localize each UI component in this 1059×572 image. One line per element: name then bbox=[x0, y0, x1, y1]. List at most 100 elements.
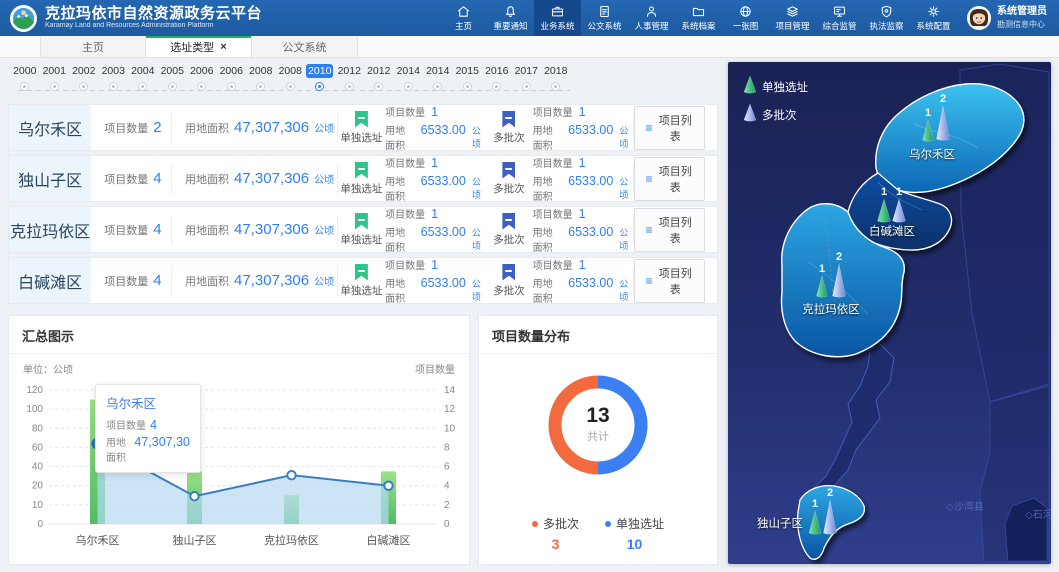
land-area-label: 用地面积 bbox=[185, 171, 229, 187]
donut-legend-item[interactable]: 单独选址 10 bbox=[605, 515, 664, 552]
nav-item-layers[interactable]: 项目管理 bbox=[769, 0, 816, 36]
data-point-白碱滩区[interactable] bbox=[384, 482, 392, 490]
nav-item-briefcase[interactable]: 业务系统 bbox=[534, 0, 581, 36]
timeline-year[interactable]: 2012 bbox=[364, 64, 394, 91]
multi-batch-ribbon-icon bbox=[502, 162, 515, 179]
nav-item-folder[interactable]: 系统档案 bbox=[675, 0, 722, 36]
donut-legend-value: 10 bbox=[627, 536, 643, 552]
land-area-value: 6533.00 bbox=[568, 225, 613, 239]
multi-batch-label: 多批次 bbox=[493, 181, 525, 196]
nav-item-home[interactable]: 主页 bbox=[440, 0, 487, 36]
timeline-year-label: 2001 bbox=[41, 64, 68, 78]
donut-legend-entry: 多批次 bbox=[532, 515, 579, 532]
single-site-ribbon-icon bbox=[355, 162, 368, 179]
timeline-year[interactable]: 2014 bbox=[423, 64, 453, 91]
project-list-button[interactable]: ≡项目列表 bbox=[634, 106, 705, 150]
timeline-year[interactable]: 2008 bbox=[276, 64, 306, 91]
nav-item-globe[interactable]: 一张图 bbox=[722, 0, 769, 36]
project-count-stat: 项目数量2 bbox=[91, 119, 171, 136]
single-site-count: 1 bbox=[812, 498, 818, 510]
nav-item-monitor[interactable]: 综合监管 bbox=[816, 0, 863, 36]
multi-batch-label: 多批次 bbox=[493, 283, 525, 298]
multi-batch-count: 2 bbox=[940, 93, 946, 105]
district-name: 乌尔禾区 bbox=[9, 105, 91, 150]
single-site-badge: 单独选址 bbox=[338, 213, 385, 247]
timeline-year[interactable]: 2003 bbox=[99, 64, 129, 91]
timeline-year[interactable]: 2005 bbox=[158, 64, 188, 91]
karamay-map[interactable]: 单独选址多批次 12乌尔禾区11白碱滩区12克拉玛依区12独山子区 ◇沙湾县◇石… bbox=[728, 62, 1051, 564]
timeline-year[interactable]: 2018 bbox=[541, 64, 571, 91]
timeline-year-dot[interactable] bbox=[50, 82, 59, 91]
nav-item-bell[interactable]: 重要通知 bbox=[487, 0, 534, 36]
timeline-year-dot[interactable] bbox=[404, 82, 413, 91]
timeline-year-dot[interactable] bbox=[168, 82, 177, 91]
timeline-year[interactable]: 2001 bbox=[40, 64, 70, 91]
timeline-year[interactable]: 2002 bbox=[69, 64, 99, 91]
single-site-count: 1 bbox=[819, 263, 825, 275]
timeline-year[interactable]: 2015 bbox=[453, 64, 483, 91]
timeline-year-dot[interactable] bbox=[256, 82, 265, 91]
timeline-year[interactable]: 2017 bbox=[512, 64, 542, 91]
timeline-year[interactable]: 2012 bbox=[335, 64, 365, 91]
map-district-label: 克拉玛依区 bbox=[802, 302, 860, 316]
sub-stat-row: 用地面积6533.00公顷 bbox=[533, 275, 633, 305]
timeline-year-dot[interactable] bbox=[492, 82, 501, 91]
tab-close-icon[interactable]: × bbox=[220, 41, 226, 53]
map-legend-label: 多批次 bbox=[762, 108, 797, 122]
timeline-year[interactable]: 2016 bbox=[482, 64, 512, 91]
timeline-year-dot[interactable] bbox=[551, 82, 560, 91]
project-count-label: 项目数量 bbox=[385, 104, 425, 119]
timeline-year[interactable]: 2004 bbox=[128, 64, 158, 91]
timeline-year-dot[interactable] bbox=[20, 82, 29, 91]
donut-legend-entry: 单独选址 bbox=[605, 515, 664, 532]
timeline-year-dot[interactable] bbox=[463, 82, 472, 91]
data-point-克拉玛依区[interactable] bbox=[287, 471, 295, 479]
project-list-button[interactable]: ≡项目列表 bbox=[634, 157, 705, 201]
timeline-year-dot[interactable] bbox=[345, 82, 354, 91]
project-count-value: 2 bbox=[153, 119, 161, 136]
timeline-year[interactable]: 2008 bbox=[246, 64, 276, 91]
nav-item-label: 重要通知 bbox=[493, 20, 527, 32]
nav-item-person[interactable]: 人事管理 bbox=[628, 0, 675, 36]
timeline-year-dot[interactable] bbox=[374, 82, 383, 91]
tab-home[interactable]: 主页 bbox=[40, 36, 146, 57]
project-list-button[interactable]: ≡项目列表 bbox=[634, 259, 705, 303]
timeline-year[interactable]: 2000 bbox=[10, 64, 40, 91]
donut-legend-value: 3 bbox=[552, 536, 560, 552]
timeline-year[interactable]: 2010 bbox=[305, 64, 335, 91]
multi-batch-badge: 多批次 bbox=[485, 111, 532, 145]
timeline-year-label: 2003 bbox=[100, 64, 127, 78]
timeline-year-dot[interactable] bbox=[286, 82, 295, 91]
donut-legend-item[interactable]: 多批次 3 bbox=[532, 515, 579, 552]
timeline-year[interactable]: 2006 bbox=[187, 64, 217, 91]
tab-site-type[interactable]: 选址类型× bbox=[146, 36, 252, 57]
timeline-year-dot[interactable] bbox=[138, 82, 147, 91]
user-menu[interactable]: 系统管理员 勘测信息中心 bbox=[957, 6, 1059, 30]
timeline-year[interactable]: 2014 bbox=[394, 64, 424, 91]
timeline-year-dot[interactable] bbox=[315, 82, 324, 91]
nav-item-gear[interactable]: 系统配置 bbox=[910, 0, 957, 36]
sub-stat-row: 项目数量1 bbox=[385, 155, 485, 170]
map-panel: 单独选址多批次 12乌尔禾区11白碱滩区12克拉玛依区12独山子区 ◇沙湾县◇石… bbox=[728, 62, 1051, 564]
project-list-button[interactable]: ≡项目列表 bbox=[634, 208, 705, 252]
land-area-label: 用地面积 bbox=[533, 173, 563, 203]
multi-batch-stats: 项目数量1用地面积6533.00公顷 bbox=[533, 155, 633, 203]
donut-total: 13 bbox=[586, 404, 609, 427]
app-subtitle: Karamay Land and Resources Administratio… bbox=[45, 22, 262, 30]
project-count-label: 项目数量 bbox=[385, 257, 425, 272]
timeline-year[interactable]: 2006 bbox=[217, 64, 247, 91]
summary-chart-title: 汇总图示 bbox=[9, 316, 469, 354]
nav-item-shield[interactable]: 执法监察 bbox=[863, 0, 910, 36]
timeline-year-dot[interactable] bbox=[109, 82, 118, 91]
tab-document-system[interactable]: 公文系统 bbox=[252, 36, 358, 57]
nav-item-document[interactable]: 公文系统 bbox=[581, 0, 628, 36]
data-point-独山子区[interactable] bbox=[190, 492, 198, 500]
timeline-year-dot[interactable] bbox=[79, 82, 88, 91]
timeline-year-dot[interactable] bbox=[522, 82, 531, 91]
district-list: 乌尔禾区项目数量2用地面积47,307,306公顷单独选址项目数量1用地面积65… bbox=[8, 104, 718, 308]
timeline-year-dot[interactable] bbox=[433, 82, 442, 91]
left-axis-tick: 100 bbox=[26, 404, 43, 415]
timeline-year-dot[interactable] bbox=[197, 82, 206, 91]
timeline-year-dot[interactable] bbox=[227, 82, 236, 91]
legend-dot-icon bbox=[605, 521, 611, 527]
